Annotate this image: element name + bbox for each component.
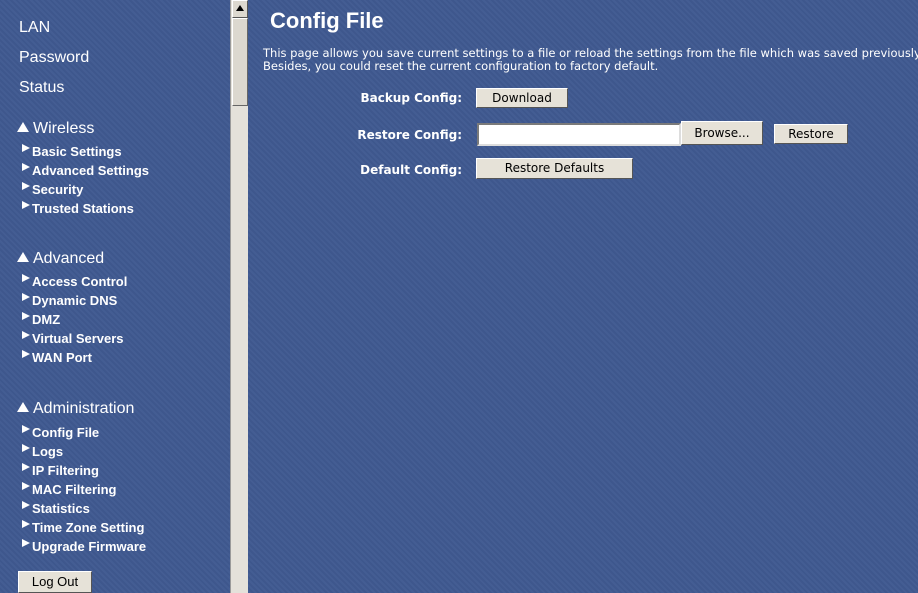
sidebar-scrollbar[interactable] (230, 0, 248, 593)
flag-arrow-icon (22, 520, 30, 528)
sidebar-nav: LAN Password Status Wireless Basic Setti… (0, 0, 232, 593)
scrollbar-thumb[interactable] (232, 18, 248, 106)
default-config-label: Default Config: (360, 163, 462, 177)
nav-item-label: Logs (32, 444, 64, 459)
nav-item-label: Security (32, 182, 84, 197)
flag-arrow-icon (22, 350, 30, 358)
flag-arrow-icon (22, 312, 30, 320)
flag-arrow-icon (22, 331, 30, 339)
nav-item-lan[interactable]: LAN (19, 19, 50, 37)
nav-item-ip-filtering[interactable]: IP Filtering (22, 463, 99, 478)
flag-arrow-icon (22, 501, 30, 509)
nav-item-password[interactable]: Password (19, 49, 89, 67)
page-title: Config File (270, 8, 384, 33)
nav-item-label: Trusted Stations (32, 201, 134, 216)
nav-item-security[interactable]: Security (22, 182, 83, 197)
nav-item-time-zone-setting[interactable]: Time Zone Setting (22, 520, 144, 535)
arrow-up-icon (236, 5, 244, 11)
nav-item-label: Basic Settings (32, 144, 122, 159)
nav-item-logs[interactable]: Logs (22, 444, 63, 459)
main-content: Config File This page allows you save cu… (248, 0, 918, 593)
nav-item-label: Config File (32, 425, 100, 440)
download-button[interactable]: Download (476, 88, 568, 108)
collapse-triangle-icon (17, 402, 29, 412)
flag-arrow-icon (22, 482, 30, 490)
flag-arrow-icon (22, 293, 30, 301)
nav-item-label: Statistics (32, 501, 90, 516)
nav-item-label: Dynamic DNS (32, 293, 118, 308)
nav-item-advanced-settings[interactable]: Advanced Settings (22, 163, 149, 178)
flag-arrow-icon (22, 182, 30, 190)
browse-button[interactable]: Browse... (681, 121, 763, 145)
nav-item-upgrade-firmware[interactable]: Upgrade Firmware (22, 539, 146, 554)
section-label: Wireless (33, 120, 95, 137)
nav-item-access-control[interactable]: Access Control (22, 274, 127, 289)
collapse-triangle-icon (17, 122, 29, 132)
logout-button[interactable]: Log Out (18, 571, 92, 593)
nav-item-label: WAN Port (32, 350, 92, 365)
section-administration[interactable]: Administration (17, 400, 134, 418)
config-file-input[interactable] (477, 123, 681, 146)
nav-item-dynamic-dns[interactable]: Dynamic DNS (22, 293, 117, 308)
nav-item-mac-filtering[interactable]: MAC Filtering (22, 482, 117, 497)
nav-item-dmz[interactable]: DMZ (22, 312, 60, 327)
section-label: Advanced (33, 250, 105, 267)
nav-item-label: Virtual Servers (32, 331, 124, 346)
flag-arrow-icon (22, 425, 30, 433)
flag-arrow-icon (22, 274, 30, 282)
flag-arrow-icon (22, 444, 30, 452)
section-wireless[interactable]: Wireless (17, 120, 94, 138)
nav-item-label: Upgrade Firmware (32, 539, 147, 554)
nav-item-label: Time Zone Setting (32, 520, 145, 535)
flag-arrow-icon (22, 201, 30, 209)
nav-item-statistics[interactable]: Statistics (22, 501, 90, 516)
section-advanced[interactable]: Advanced (17, 250, 104, 268)
flag-arrow-icon (22, 463, 30, 471)
section-label: Administration (33, 400, 135, 417)
nav-item-basic-settings[interactable]: Basic Settings (22, 144, 122, 159)
nav-item-wan-port[interactable]: WAN Port (22, 350, 92, 365)
restore-config-label: Restore Config: (357, 128, 462, 142)
restore-defaults-button[interactable]: Restore Defaults (476, 158, 633, 179)
nav-item-config-file[interactable]: Config File (22, 425, 99, 440)
flag-arrow-icon (22, 163, 30, 171)
nav-item-label: Advanced Settings (32, 163, 150, 178)
nav-item-label: Access Control (32, 274, 128, 289)
flag-arrow-icon (22, 144, 30, 152)
flag-arrow-icon (22, 539, 30, 547)
nav-item-status[interactable]: Status (19, 79, 64, 97)
nav-item-trusted-stations[interactable]: Trusted Stations (22, 201, 134, 216)
page-description: This page allows you save current settin… (263, 46, 918, 73)
restore-button[interactable]: Restore (774, 124, 848, 144)
nav-item-label: IP Filtering (32, 463, 99, 478)
scroll-up-button[interactable] (232, 0, 248, 18)
nav-item-label: MAC Filtering (32, 482, 117, 497)
collapse-triangle-icon (17, 252, 29, 262)
backup-config-label: Backup Config: (360, 91, 462, 105)
nav-item-label: DMZ (32, 312, 61, 327)
nav-item-virtual-servers[interactable]: Virtual Servers (22, 331, 124, 346)
